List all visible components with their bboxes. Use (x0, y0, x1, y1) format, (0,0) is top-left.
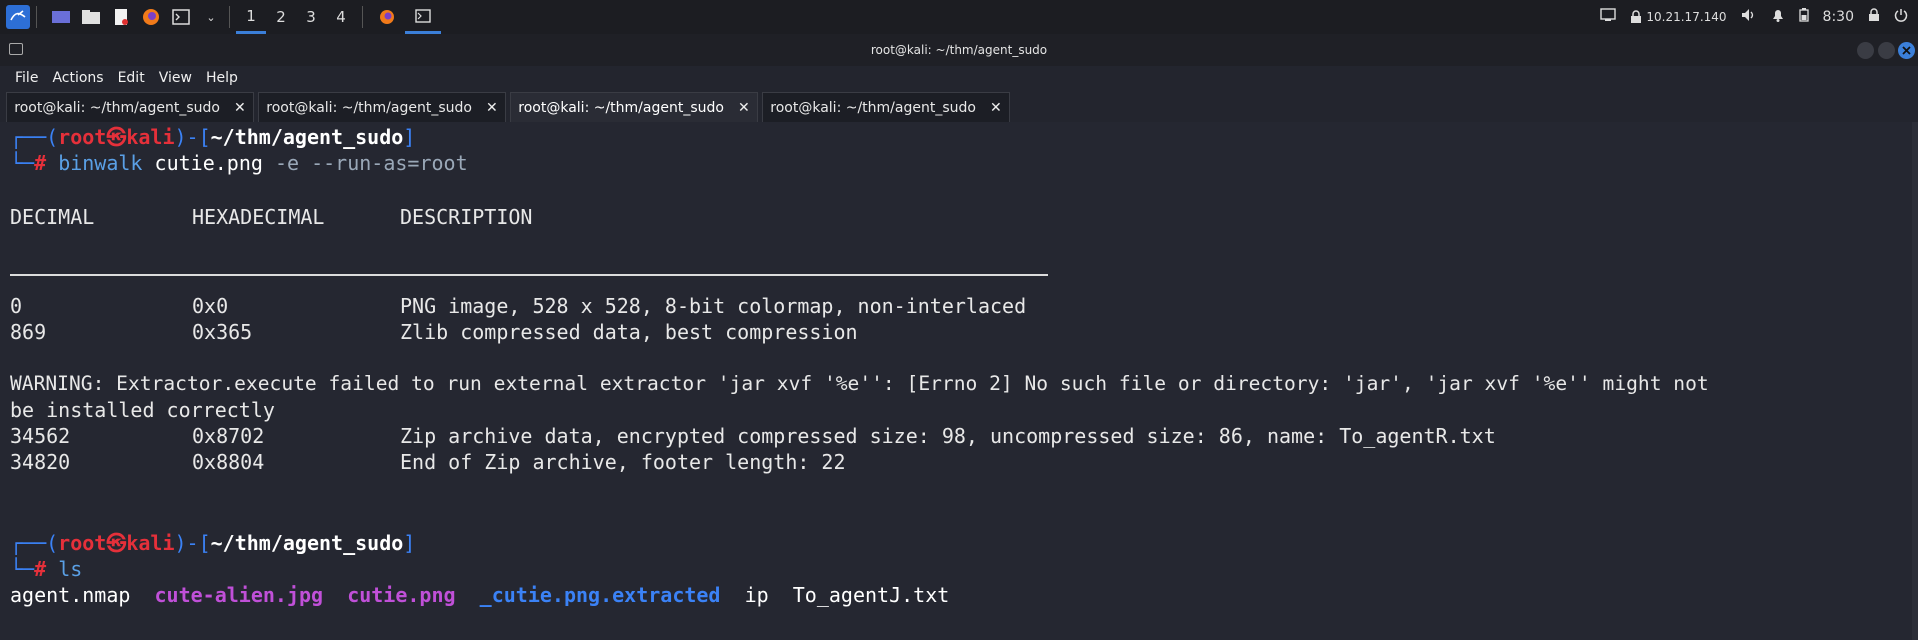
command-program: binwalk (58, 151, 143, 175)
menu-help[interactable]: Help (206, 70, 238, 86)
top-panel: ⌄ 1 2 3 4 10.21.17.140 8:30 (0, 0, 1918, 34)
file-entry: ip (744, 583, 769, 607)
tab-label: root@kali: ~/thm/agent_sudo (770, 99, 976, 116)
tab-close-icon[interactable]: ✕ (990, 100, 1002, 116)
terminal-launcher-icon[interactable] (169, 5, 193, 29)
prompt-host: kali (126, 125, 175, 149)
close-button[interactable] (1898, 42, 1915, 59)
tab-close-icon[interactable]: ✕ (738, 100, 750, 116)
minimize-button[interactable] (1857, 42, 1874, 59)
menu-view[interactable]: View (159, 70, 192, 86)
table-header: DECIMAL HEXADECIMAL DESCRIPTION (10, 204, 1510, 230)
workspace-3[interactable]: 3 (296, 0, 326, 34)
prompt-line: ┌──(root㉿kali)-[~/thm/agent_sudo] (10, 531, 416, 555)
system-tray: 10.21.17.140 8:30 (1600, 0, 1918, 34)
taskbar-terminal[interactable] (405, 0, 441, 34)
ls-output: agent.nmap cute-alien.jpg cutie.png _cut… (10, 582, 949, 608)
workspace-1[interactable]: 1 (236, 0, 266, 34)
menu-file[interactable]: File (15, 70, 38, 86)
command-file: cutie.png (154, 151, 263, 175)
prompt-line: ┌──(root㉿kali)-[~/thm/agent_sudo] (10, 125, 416, 149)
warning-line-cont: be installed correctly (10, 398, 275, 422)
table-row: 34820 0x8804 End of Zip archive, footer … (10, 450, 846, 474)
command-args: -e --run-as=root (274, 151, 468, 175)
tab-label: root@kali: ~/thm/agent_sudo (14, 99, 220, 116)
header-hexadecimal: HEXADECIMAL (192, 205, 325, 229)
tab-label: root@kali: ~/thm/agent_sudo (518, 99, 724, 116)
text-editor-icon[interactable] (109, 5, 133, 29)
maximize-button[interactable] (1878, 42, 1895, 59)
tab-close-icon[interactable]: ✕ (234, 100, 246, 116)
terminal-scrollbar[interactable] (1912, 122, 1918, 640)
firefox-icon[interactable] (139, 5, 163, 29)
show-desktop-icon[interactable] (49, 5, 73, 29)
panel-separator (36, 6, 37, 28)
window-title: root@kali: ~/thm/agent_sudo (870, 43, 1048, 57)
panel-separator (229, 6, 230, 28)
tab-4[interactable]: root@kali: ~/thm/agent_sudo ✕ (762, 92, 1010, 122)
window-titlebar[interactable]: root@kali: ~/thm/agent_sudo (0, 34, 1918, 66)
kali-menu-icon[interactable] (6, 5, 30, 29)
directory-entry: _cutie.png.extracted (479, 583, 721, 607)
table-row: 34562 0x8702 Zip archive data, encrypted… (10, 424, 1496, 448)
power-icon[interactable] (1894, 8, 1908, 26)
tab-label: root@kali: ~/thm/agent_sudo (266, 99, 472, 116)
notification-bell-icon[interactable] (1771, 8, 1785, 26)
vpn-ip-text: 10.21.17.140 (1646, 10, 1727, 24)
file-entry: agent.nmap (10, 583, 131, 607)
workspace-4[interactable]: 4 (326, 0, 356, 34)
tab-2[interactable]: root@kali: ~/thm/agent_sudo ✕ (258, 92, 506, 122)
menu-edit[interactable]: Edit (118, 70, 145, 86)
workspace-2[interactable]: 2 (266, 0, 296, 34)
lock-screen-icon[interactable] (1868, 8, 1880, 26)
display-icon[interactable] (1600, 8, 1617, 26)
table-row: 0 0x0 PNG image, 528 x 528, 8-bit colorm… (10, 294, 1027, 318)
taskbar-firefox[interactable] (369, 0, 405, 34)
command-line: └─# ls (10, 557, 83, 581)
command-line: └─# binwalk cutie.png -e --run-as=root (10, 151, 468, 175)
panel-separator (362, 6, 363, 28)
terminal-output[interactable]: ┌──(root㉿kali)-[~/thm/agent_sudo] └─# bi… (0, 122, 1918, 640)
vpn-lock-icon[interactable]: 10.21.17.140 (1630, 10, 1727, 24)
tab-3[interactable]: root@kali: ~/thm/agent_sudo ✕ (510, 92, 758, 122)
file-entry: To_agentJ.txt (792, 583, 950, 607)
warning-line: WARNING: Extractor.execute failed to run… (10, 372, 1709, 395)
clock[interactable]: 8:30 (1823, 9, 1854, 25)
header-description: DESCRIPTION (400, 205, 533, 229)
command-program: ls (58, 557, 83, 581)
header-rule (10, 274, 1048, 276)
chevron-down-icon[interactable]: ⌄ (199, 5, 223, 29)
header-decimal: DECIMAL (10, 205, 95, 229)
volume-icon[interactable] (1741, 8, 1757, 26)
file-entry: cute-alien.jpg (154, 583, 324, 607)
close-icon (1902, 46, 1911, 55)
prompt-skull: ㉿ (106, 125, 127, 149)
battery-icon[interactable] (1798, 8, 1809, 26)
tab-1[interactable]: root@kali: ~/thm/agent_sudo ✕ (6, 92, 254, 122)
table-row: 869 0x365 Zlib compressed data, best com… (10, 320, 858, 344)
tab-bar: root@kali: ~/thm/agent_sudo ✕ root@kali:… (0, 92, 1918, 122)
menu-actions[interactable]: Actions (52, 70, 103, 86)
file-entry: cutie.png (347, 583, 456, 607)
prompt-path: ~/thm/agent_sudo (210, 125, 404, 149)
file-manager-icon[interactable] (79, 5, 103, 29)
menubar: File Actions Edit View Help (0, 66, 1918, 90)
prompt-user: root (58, 125, 107, 149)
tab-close-icon[interactable]: ✕ (486, 100, 498, 116)
